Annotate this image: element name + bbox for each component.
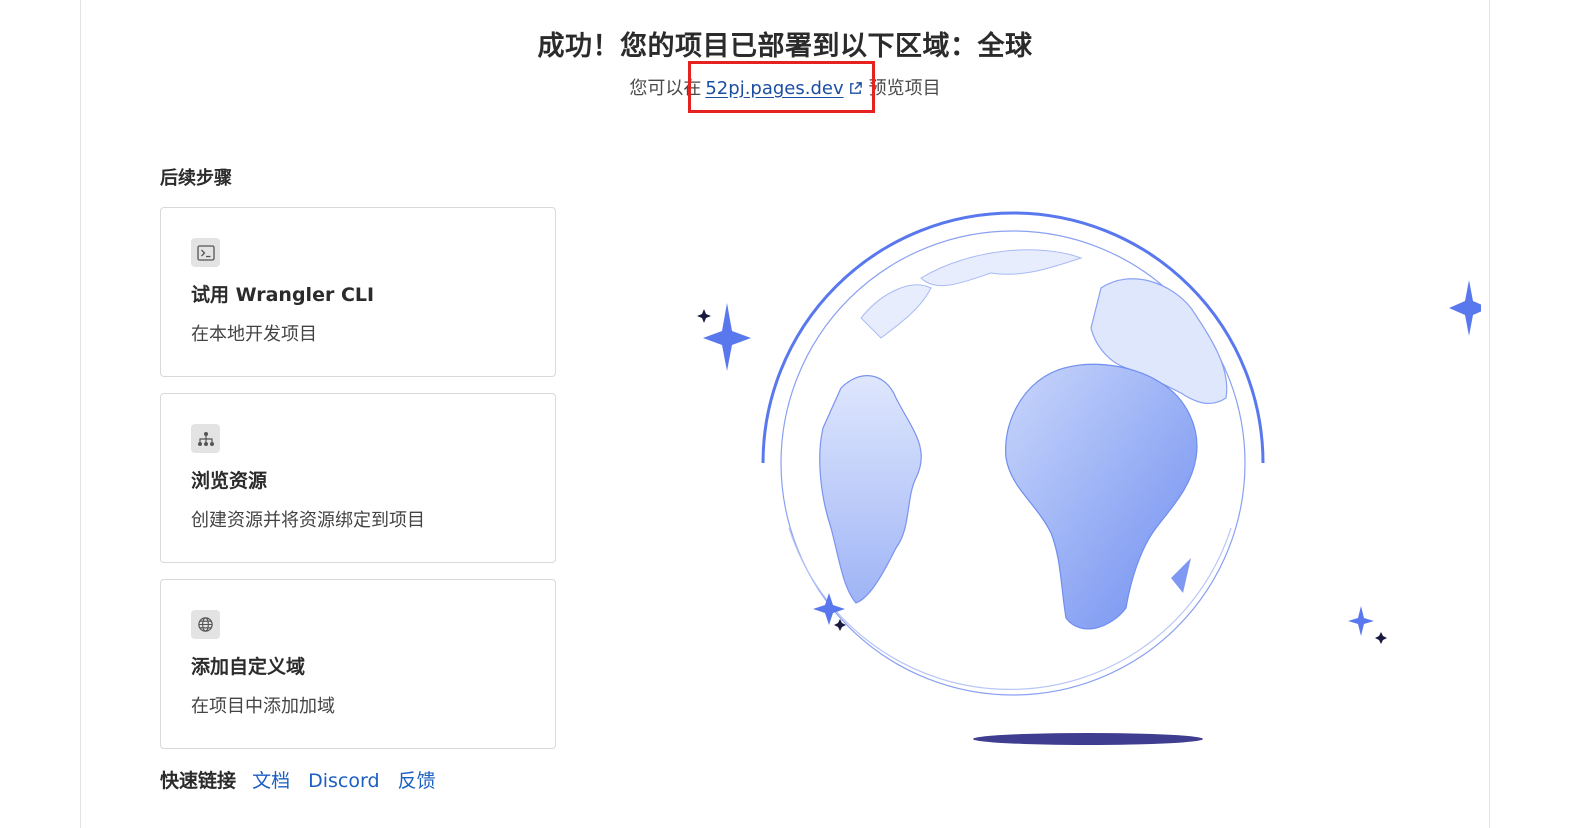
subtitle-prefix: 您可以在 [629, 78, 702, 99]
card-description: 创建资源并将资源绑定到项目 [191, 510, 425, 531]
south-america-shape [819, 375, 922, 604]
subtitle-suffix: 预览项目 [868, 78, 941, 99]
next-steps-heading: 后续步骤 [160, 168, 232, 189]
card-description: 在项目中添加加域 [191, 696, 335, 717]
card-title: 添加自定义域 [191, 656, 306, 678]
globe-shadow [973, 733, 1203, 745]
card-custom-domain[interactable]: 添加自定义域 在项目中添加加域 [160, 579, 556, 749]
link-docs[interactable]: 文档 [252, 770, 290, 792]
sitemap-icon [191, 424, 220, 453]
card-title: 浏览资源 [191, 470, 268, 492]
main-panel: 成功！您的项目已部署到以下区域：全球 您可以在 52pj.pages.dev 预览项… [80, 0, 1490, 828]
project-url-link[interactable]: 52pj.pages.dev [705, 78, 843, 99]
page-title: 成功！您的项目已部署到以下区域：全球 [537, 31, 1033, 62]
card-description: 在本地开发项目 [191, 324, 317, 345]
card-browse-resources[interactable]: 浏览资源 创建资源并将资源绑定到项目 [160, 393, 556, 563]
africa-shape [1005, 363, 1198, 630]
link-discord[interactable]: Discord [308, 770, 379, 792]
terminal-icon [191, 238, 220, 267]
link-feedback[interactable]: 反馈 [398, 770, 436, 792]
quick-links: 快速链接 文档 Discord 反馈 [160, 766, 448, 793]
card-title: 试用 Wrangler CLI [191, 284, 375, 306]
quick-links-label: 快速链接 [160, 770, 237, 792]
globe-illustration [611, 198, 1489, 758]
page-subtitle: 您可以在 52pj.pages.dev 预览项目 [81, 74, 1489, 101]
external-link-icon[interactable] [848, 80, 863, 101]
card-wrangler-cli[interactable]: 试用 Wrangler CLI 在本地开发项目 [160, 207, 556, 377]
globe-icon [191, 610, 220, 639]
